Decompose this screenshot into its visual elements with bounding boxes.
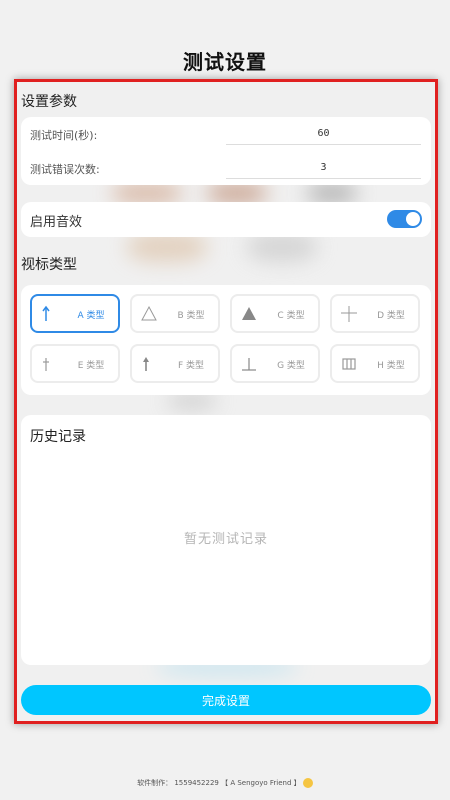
footer: 软件制作： 1559452229 【 A Sengoyo Friend 】: [0, 778, 450, 788]
sound-label: 启用音效: [30, 215, 83, 230]
optotype-section-title: 视标类型: [21, 257, 77, 273]
type-label-c: C 类型: [277, 311, 305, 321]
type-label-f: F 类型: [177, 361, 205, 371]
settings-panel: 设置参数 测试时间(秒): 测试错误次数: 启用音效 视标类型 A 类型: [14, 79, 438, 724]
complete-settings-button[interactable]: 完成设置: [21, 685, 431, 715]
param-label-error-count: 测试错误次数:: [30, 163, 100, 176]
params-section-title: 设置参数: [21, 94, 77, 110]
param-row-error-count: 测试错误次数:: [21, 151, 431, 185]
type-button-a[interactable]: A 类型: [30, 294, 120, 333]
type-label-g: G 类型: [277, 361, 305, 371]
params-card: 测试时间(秒): 测试错误次数:: [21, 117, 431, 185]
type-button-g[interactable]: G 类型: [230, 344, 320, 383]
test-time-input[interactable]: [226, 123, 421, 145]
history-section-title: 历史记录: [30, 429, 86, 445]
triangle-outline-icon: [141, 305, 157, 321]
cross-icon: [341, 306, 357, 322]
arrow-up-bold-icon: [143, 357, 149, 371]
param-label-test-time: 测试时间(秒):: [30, 129, 98, 142]
toggle-knob: [406, 212, 420, 226]
comb-icon: [342, 358, 356, 370]
type-label-e: E 类型: [77, 361, 105, 371]
arrow-up-icon: [42, 305, 50, 321]
type-label-h: H 类型: [377, 361, 405, 371]
type-button-f[interactable]: F 类型: [130, 344, 220, 383]
type-button-c[interactable]: C 类型: [230, 294, 320, 333]
background-decoration: [112, 182, 182, 204]
error-count-input[interactable]: [226, 157, 421, 179]
footer-credit: 软件制作： 1559452229 【 A Sengoyo Friend 】: [137, 779, 301, 787]
type-button-d[interactable]: D 类型: [330, 294, 420, 333]
type-label-d: D 类型: [377, 311, 405, 321]
param-row-test-time: 测试时间(秒):: [21, 117, 431, 151]
background-decoration: [307, 182, 357, 204]
type-label-a: A 类型: [77, 311, 105, 321]
type-button-b[interactable]: B 类型: [130, 294, 220, 333]
page-title: 测试设置: [183, 50, 267, 74]
history-card: 历史记录 暂无测试记录: [21, 415, 431, 665]
triangle-filled-icon: [242, 307, 256, 320]
smiley-icon: [302, 778, 313, 788]
dagger-icon: [43, 358, 49, 371]
history-empty-text: 暂无测试记录: [183, 532, 268, 547]
optotype-card: A 类型 B 类型 C 类型 D 类型 E 类型 F 类型 G 类型 H 类型: [21, 285, 431, 395]
sound-card: 启用音效: [21, 202, 431, 237]
up-tack-icon: [242, 358, 256, 371]
sound-toggle[interactable]: [387, 210, 422, 228]
type-button-e[interactable]: E 类型: [30, 344, 120, 383]
type-button-h[interactable]: H 类型: [330, 344, 420, 383]
type-label-b: B 类型: [177, 311, 205, 321]
background-decoration: [207, 182, 267, 204]
